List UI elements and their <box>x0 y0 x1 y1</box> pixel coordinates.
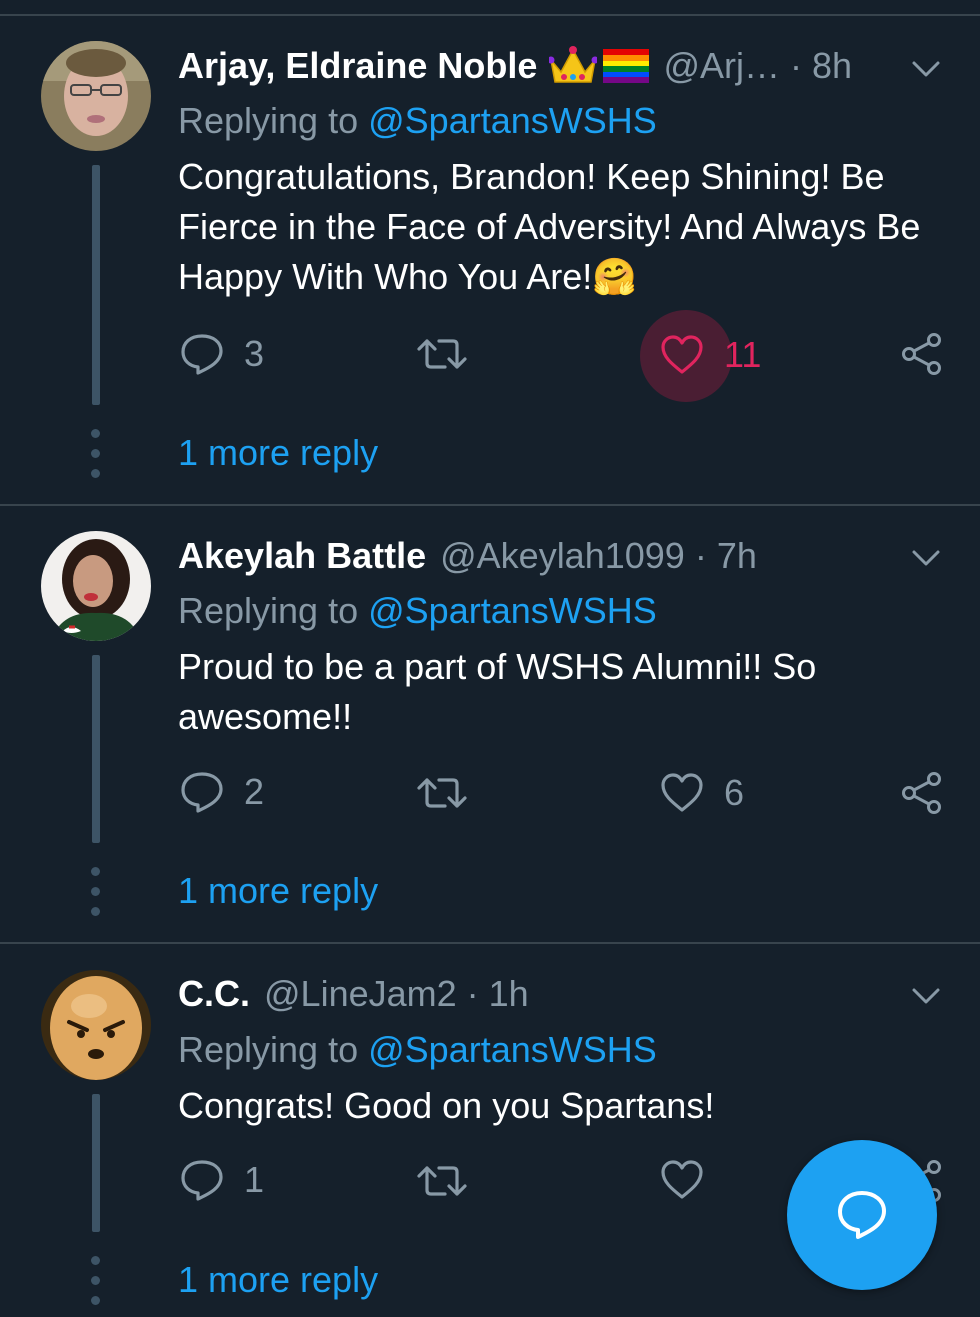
tweet-header: C.C. @LineJam2 · 1h <box>178 970 529 1018</box>
more-replies-link[interactable]: 1 more reply <box>178 1259 378 1301</box>
thread-line <box>92 655 100 843</box>
thread-dots <box>91 429 101 489</box>
display-name[interactable]: C.C. <box>178 973 250 1015</box>
replying-to: Replying to @SpartansWSHS <box>178 100 657 142</box>
reply-button[interactable]: 3 <box>180 333 264 375</box>
chevron-down-icon[interactable] <box>909 979 943 1013</box>
mention-link[interactable]: @SpartansWSHS <box>368 590 657 631</box>
top-divider <box>0 14 980 16</box>
like-count: 11 <box>724 334 762 375</box>
retweet-icon <box>417 1166 467 1196</box>
thread-dots <box>91 1256 101 1316</box>
user-handle[interactable]: @LineJam2 <box>264 973 457 1015</box>
reply-count: 1 <box>244 1159 265 1200</box>
separator-dot: · <box>466 973 479 1014</box>
retweet-button[interactable] <box>417 335 467 373</box>
timestamp[interactable]: 7h <box>717 535 757 577</box>
retweet-button[interactable] <box>417 1162 467 1200</box>
replying-to-label: Replying to <box>178 100 359 141</box>
mention-link[interactable]: @SpartansWSHS <box>368 100 657 141</box>
replying-to-label: Replying to <box>178 590 359 631</box>
avatar[interactable] <box>41 41 151 151</box>
like-button[interactable] <box>660 1160 724 1200</box>
timestamp[interactable]: 8h <box>812 45 852 87</box>
chevron-down-icon[interactable] <box>909 541 943 575</box>
retweet-icon <box>417 339 467 369</box>
thread-line <box>92 165 100 405</box>
avatar[interactable] <box>41 970 151 1080</box>
crown-emoji-icon <box>549 46 598 86</box>
more-replies-link[interactable]: 1 more reply <box>178 432 378 474</box>
like-button[interactable]: 6 <box>660 772 744 814</box>
retweet-button[interactable] <box>417 774 467 812</box>
reply-count: 2 <box>244 771 265 812</box>
thread-dots <box>91 867 101 927</box>
heart-icon <box>661 335 703 374</box>
share-button[interactable] <box>901 771 943 815</box>
reply-count: 3 <box>244 333 265 374</box>
replying-to-label: Replying to <box>178 1029 359 1070</box>
separator-dot: · <box>694 535 707 576</box>
tweet-header: Akeylah Battle @Akeylah1099 · 7h <box>178 532 757 580</box>
user-handle[interactable]: @Akeylah1099 <box>440 535 685 577</box>
replying-to: Replying to @SpartansWSHS <box>178 1029 657 1071</box>
user-handle[interactable]: @Arj… <box>663 45 780 87</box>
tweet-divider <box>0 942 980 944</box>
display-name[interactable]: Arjay, Eldraine Noble <box>178 45 537 87</box>
more-replies-link[interactable]: 1 more reply <box>178 870 378 912</box>
like-count: 6 <box>724 772 745 813</box>
thread-line <box>92 1094 100 1232</box>
avatar[interactable] <box>41 531 151 641</box>
share-icon <box>902 333 941 375</box>
heart-icon <box>661 773 703 812</box>
timestamp[interactable]: 1h <box>489 973 529 1015</box>
compose-reply-icon <box>838 1191 886 1239</box>
replying-to: Replying to @SpartansWSHS <box>178 590 657 632</box>
reply-button[interactable]: 2 <box>180 771 264 813</box>
reply-button[interactable]: 1 <box>180 1159 264 1201</box>
reply-icon <box>181 1160 223 1201</box>
compose-reply-button[interactable] <box>787 1140 937 1290</box>
reply-icon <box>181 772 223 813</box>
tweet-text: Congratulations, Brandon! Keep Shining! … <box>178 156 921 297</box>
reply-icon <box>181 334 223 375</box>
rainbow-flag-icon <box>603 49 650 83</box>
heart-icon <box>661 1160 703 1199</box>
like-button[interactable]: 11 <box>640 310 762 402</box>
share-icon <box>902 772 941 814</box>
share-button[interactable] <box>901 332 943 376</box>
tweet-text: Proud to be a part of WSHS Alumni!! So a… <box>178 646 817 737</box>
tweet-header: Arjay, Eldraine Noble @Arj… · 8h <box>178 42 852 90</box>
mention-link[interactable]: @SpartansWSHS <box>368 1029 657 1070</box>
chevron-down-icon[interactable] <box>909 52 943 86</box>
display-name[interactable]: Akeylah Battle <box>178 535 426 577</box>
separator-dot: · <box>789 45 802 86</box>
tweet-divider <box>0 504 980 506</box>
retweet-icon <box>417 778 467 808</box>
tweet-text: Congrats! Good on you Spartans! <box>178 1085 715 1126</box>
